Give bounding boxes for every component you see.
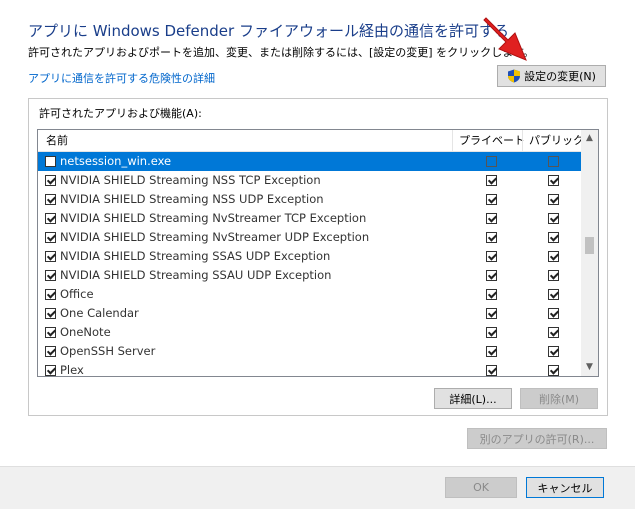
app-name: NVIDIA SHIELD Streaming NSS TCP Exceptio…: [60, 173, 321, 187]
public-network-checkbox[interactable]: [548, 346, 559, 357]
app-name: NVIDIA SHIELD Streaming NvStreamer UDP E…: [60, 230, 370, 244]
remove-button[interactable]: 削除(M): [520, 388, 598, 409]
ok-button[interactable]: OK: [445, 477, 517, 498]
uac-shield-icon: [508, 69, 521, 83]
app-enabled-checkbox[interactable]: [45, 156, 56, 167]
table-row[interactable]: Office: [38, 285, 581, 304]
allow-another-app-button[interactable]: 別のアプリの許可(R)...: [467, 428, 607, 449]
private-network-checkbox[interactable]: [486, 346, 497, 357]
private-network-checkbox[interactable]: [486, 194, 497, 205]
public-network-checkbox[interactable]: [548, 365, 559, 376]
private-network-checkbox[interactable]: [486, 251, 497, 262]
table-row[interactable]: One Calendar: [38, 304, 581, 323]
table-row[interactable]: netsession_win.exe: [38, 152, 581, 171]
public-network-checkbox[interactable]: [548, 175, 559, 186]
app-name: NVIDIA SHIELD Streaming SSAS UDP Excepti…: [60, 249, 331, 263]
app-enabled-checkbox[interactable]: [45, 270, 56, 281]
app-name: Plex: [60, 363, 84, 377]
app-name: OpenSSH Server: [60, 344, 156, 358]
red-arrow-annotation: [483, 17, 527, 61]
public-network-checkbox[interactable]: [548, 251, 559, 262]
table-row[interactable]: Plex: [38, 361, 581, 377]
table-row[interactable]: NVIDIA SHIELD Streaming SSAU UDP Excepti…: [38, 266, 581, 285]
private-network-checkbox[interactable]: [486, 232, 497, 243]
details-button[interactable]: 詳細(L)...: [434, 388, 512, 409]
column-header-public[interactable]: パブリック: [529, 130, 584, 152]
public-network-checkbox[interactable]: [548, 213, 559, 224]
app-enabled-checkbox[interactable]: [45, 175, 56, 186]
risk-details-link[interactable]: アプリに通信を許可する危険性の詳細: [28, 70, 215, 86]
cancel-button[interactable]: キャンセル: [526, 477, 604, 498]
table-row[interactable]: NVIDIA SHIELD Streaming NSS TCP Exceptio…: [38, 171, 581, 190]
list-header: 名前 プライベート パブリック: [38, 130, 584, 152]
public-network-checkbox[interactable]: [548, 289, 559, 300]
app-enabled-checkbox[interactable]: [45, 232, 56, 243]
page-title: アプリに Windows Defender ファイアウォール経由の通信を許可する: [28, 22, 509, 40]
public-network-checkbox[interactable]: [548, 156, 559, 167]
private-network-checkbox[interactable]: [486, 289, 497, 300]
app-name: One Calendar: [60, 306, 139, 320]
column-header-name[interactable]: 名前: [46, 130, 68, 152]
public-network-checkbox[interactable]: [548, 270, 559, 281]
app-name: NVIDIA SHIELD Streaming NvStreamer TCP E…: [60, 211, 367, 225]
public-network-checkbox[interactable]: [548, 194, 559, 205]
app-enabled-checkbox[interactable]: [45, 346, 56, 357]
column-header-private[interactable]: プライベート: [459, 130, 525, 152]
public-network-checkbox[interactable]: [548, 327, 559, 338]
app-name: NVIDIA SHIELD Streaming NSS UDP Exceptio…: [60, 192, 324, 206]
app-enabled-checkbox[interactable]: [45, 251, 56, 262]
app-name: OneNote: [60, 325, 111, 339]
private-network-checkbox[interactable]: [486, 156, 497, 167]
public-network-checkbox[interactable]: [548, 232, 559, 243]
allowed-apps-group: 許可されたアプリおよび機能(A): 名前 プライベート パブリック netses…: [28, 98, 608, 416]
table-row[interactable]: OpenSSH Server: [38, 342, 581, 361]
allowed-apps-list[interactable]: 名前 プライベート パブリック netsession_win.exe NVIDIA…: [37, 129, 599, 377]
table-row[interactable]: NVIDIA SHIELD Streaming NvStreamer UDP E…: [38, 228, 581, 247]
scroll-up-icon[interactable]: ▲: [581, 130, 598, 147]
table-row[interactable]: NVIDIA SHIELD Streaming NvStreamer TCP E…: [38, 209, 581, 228]
private-network-checkbox[interactable]: [486, 327, 497, 338]
private-network-checkbox[interactable]: [486, 175, 497, 186]
public-network-checkbox[interactable]: [548, 308, 559, 319]
column-divider: [452, 130, 453, 152]
private-network-checkbox[interactable]: [486, 365, 497, 376]
private-network-checkbox[interactable]: [486, 270, 497, 281]
column-divider: [522, 130, 523, 152]
app-name: netsession_win.exe: [60, 154, 172, 168]
description-text: 許可されたアプリおよびポートを追加、変更、または削除するには、[設定の変更] を…: [28, 46, 534, 59]
app-enabled-checkbox[interactable]: [45, 289, 56, 300]
app-enabled-checkbox[interactable]: [45, 194, 56, 205]
table-row[interactable]: NVIDIA SHIELD Streaming NSS UDP Exceptio…: [38, 190, 581, 209]
list-rows: netsession_win.exe NVIDIA SHIELD Streamin…: [38, 152, 581, 377]
app-enabled-checkbox[interactable]: [45, 365, 56, 376]
vertical-scrollbar[interactable]: ▲ ▼: [581, 130, 598, 376]
table-row[interactable]: NVIDIA SHIELD Streaming SSAS UDP Excepti…: [38, 247, 581, 266]
scroll-thumb[interactable]: [585, 237, 594, 254]
app-enabled-checkbox[interactable]: [45, 308, 56, 319]
allowed-apps-label: 許可されたアプリおよび機能(A):: [39, 107, 202, 120]
app-name: Office: [60, 287, 94, 301]
app-enabled-checkbox[interactable]: [45, 213, 56, 224]
table-row[interactable]: OneNote: [38, 323, 581, 342]
private-network-checkbox[interactable]: [486, 213, 497, 224]
change-settings-label: 設定の変更(N): [524, 70, 596, 83]
app-name: NVIDIA SHIELD Streaming SSAU UDP Excepti…: [60, 268, 332, 282]
private-network-checkbox[interactable]: [486, 308, 497, 319]
scroll-down-icon[interactable]: ▼: [581, 359, 598, 376]
app-enabled-checkbox[interactable]: [45, 327, 56, 338]
